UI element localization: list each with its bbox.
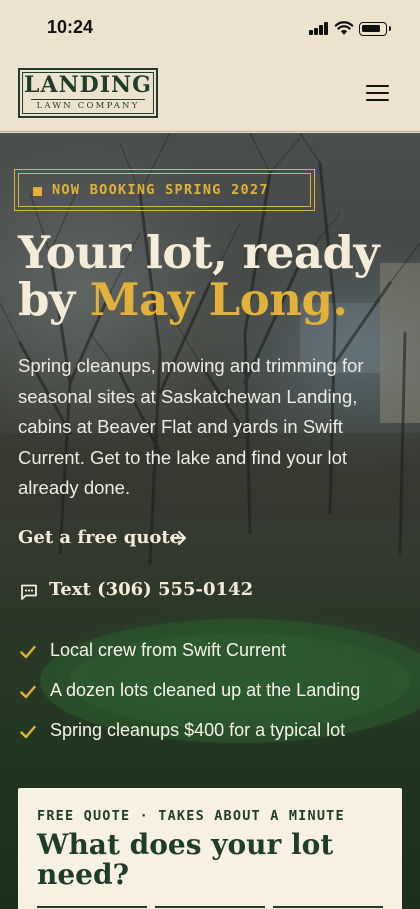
cellular-signal-icon [309, 22, 329, 35]
checkmark-icon [20, 645, 36, 659]
checkmark-icon [20, 725, 36, 739]
badge-square-icon [33, 187, 42, 196]
badge-label: NOW BOOKING SPRING 2027 [52, 182, 269, 198]
list-item: A dozen lots cleaned up at the Landing [18, 679, 418, 719]
benefit-text: A dozen lots cleaned up at the Landing [50, 680, 361, 700]
card-kicker: FREE QUOTE · TAKES ABOUT A MINUTE [37, 808, 345, 824]
wifi-icon [334, 21, 354, 35]
checkmark-icon [20, 685, 36, 699]
benefit-text: Spring cleanups $400 for a typical lot [50, 720, 346, 740]
company-logo[interactable]: LANDING LAWN COMPANY [18, 68, 158, 118]
site-header: LANDING LAWN COMPANY [0, 56, 420, 132]
card-title: What does your lot need? [37, 828, 334, 891]
message-icon [21, 584, 37, 600]
hero-section: NOW BOOKING SPRING 2027 Your lot, ready … [0, 133, 420, 909]
logo-tagline: LAWN COMPANY [31, 99, 145, 112]
benefits-list: Local crew from Swift Current A dozen lo… [18, 639, 418, 759]
get-quote-link[interactable]: Get a free quote [18, 527, 181, 548]
status-bar: 10:24 [0, 0, 420, 56]
form-option[interactable] [155, 906, 265, 908]
logo-wordmark: LANDING [24, 72, 152, 98]
list-item: Local crew from Swift Current [18, 639, 418, 679]
benefit-text: Local crew from Swift Current [50, 640, 287, 660]
hamburger-menu-icon[interactable] [366, 84, 390, 102]
list-item: Spring cleanups $400 for a typical lot [18, 719, 418, 759]
arrow-right-icon[interactable] [170, 530, 188, 546]
headline-accent: May Long. [89, 273, 348, 326]
quote-form-card: FREE QUOTE · TAKES ABOUT A MINUTE What d… [18, 788, 402, 909]
hero-lede: Spring cleanups, mowing and trimming for… [18, 355, 364, 498]
booking-badge: NOW BOOKING SPRING 2027 [14, 169, 315, 211]
form-option[interactable] [37, 906, 147, 908]
battery-icon [359, 22, 391, 36]
status-time: 10:24 [47, 17, 94, 37]
form-option[interactable] [273, 906, 383, 908]
form-options-row [37, 906, 383, 908]
hero-headline: Your lot, ready by May Long. [18, 229, 418, 323]
text-phone-label: Text (306) 555-0142 [49, 579, 254, 600]
